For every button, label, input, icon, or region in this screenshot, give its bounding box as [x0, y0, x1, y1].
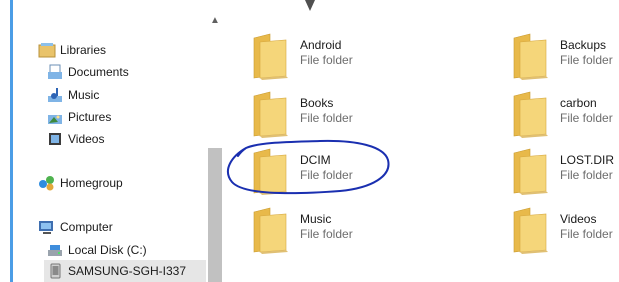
- navigation-pane: Libraries Documents Music Pictures Video…: [0, 0, 230, 282]
- folder-icon: [250, 32, 290, 80]
- nav-item-label: Homegroup: [60, 176, 123, 190]
- folder-type: File folder: [560, 227, 613, 241]
- nav-scrollbar[interactable]: ▲: [206, 14, 224, 282]
- nav-item-label: Videos: [68, 132, 105, 146]
- nav-item-pictures[interactable]: Pictures: [46, 106, 111, 128]
- folder-view: Android File folder Backups File folder Book…: [232, 0, 619, 282]
- nav-item-local-disk[interactable]: Local Disk (C:): [46, 239, 147, 261]
- pictures-icon: [46, 108, 64, 126]
- folder-icon: [510, 32, 550, 80]
- folder-type: File folder: [560, 168, 613, 182]
- folder-name: Music: [300, 212, 332, 226]
- local-disk-icon: [46, 241, 64, 259]
- phone-icon: [46, 262, 64, 280]
- folder-item[interactable]: Music File folder: [250, 206, 353, 256]
- libraries-icon: [38, 41, 56, 59]
- scroll-up-icon[interactable]: ▲: [210, 16, 220, 26]
- music-icon: [46, 86, 64, 104]
- folder-name: Backups: [560, 38, 607, 52]
- folder-name: Books: [300, 96, 334, 110]
- nav-item-label: Music: [68, 88, 100, 102]
- folder-type: File folder: [300, 53, 353, 67]
- nav-item-label: SAMSUNG-SGH-I337: [68, 264, 187, 278]
- folder-item[interactable]: Android File folder: [250, 32, 353, 82]
- nav-item-label: Libraries: [60, 43, 107, 57]
- scrollbar-thumb[interactable]: [208, 148, 222, 282]
- folder-name: Android: [300, 38, 342, 52]
- nav-item-computer[interactable]: Computer: [38, 216, 113, 238]
- folder-type: File folder: [560, 53, 613, 67]
- nav-item-libraries[interactable]: Libraries: [38, 39, 106, 61]
- nav-item-videos[interactable]: Videos: [46, 128, 104, 150]
- folder-item[interactable]: Videos File folder: [510, 206, 613, 256]
- nav-item-label: Documents: [68, 65, 129, 79]
- folder-type: File folder: [300, 168, 353, 182]
- folder-icon: [250, 147, 290, 195]
- nav-item-label: Pictures: [68, 110, 112, 124]
- folder-type: File folder: [560, 111, 613, 125]
- nav-item-music[interactable]: Music: [46, 84, 99, 106]
- folder-item[interactable]: LOST.DIR File folder: [510, 147, 614, 197]
- folder-type: File folder: [300, 111, 353, 125]
- folder-item[interactable]: carbon File folder: [510, 90, 613, 140]
- computer-icon: [38, 218, 56, 236]
- videos-icon: [46, 130, 64, 148]
- documents-icon: [46, 63, 64, 81]
- nav-item-documents[interactable]: Documents: [46, 61, 129, 83]
- nav-pane-edge: [10, 0, 13, 282]
- folder-item[interactable]: Backups File folder: [510, 32, 613, 82]
- folder-item[interactable]: DCIM File folder: [250, 147, 353, 197]
- folder-icon: [250, 90, 290, 138]
- folder-icon: [510, 147, 550, 195]
- folder-icon: [250, 206, 290, 254]
- nav-item-label: Local Disk (C:): [68, 243, 147, 257]
- folder-name: DCIM: [300, 153, 331, 167]
- folder-item[interactable]: Books File folder: [250, 90, 353, 140]
- nav-item-homegroup[interactable]: Homegroup: [38, 172, 123, 194]
- homegroup-icon: [38, 174, 56, 192]
- nav-item-label: Computer: [60, 220, 113, 234]
- folder-name: carbon: [560, 96, 597, 110]
- folder-icon: [510, 90, 550, 138]
- folder-name: LOST.DIR: [560, 153, 615, 167]
- folder-type: File folder: [300, 227, 353, 241]
- folder-name: Videos: [560, 212, 597, 226]
- nav-item-samsung-device[interactable]: SAMSUNG-SGH-I337: [44, 260, 208, 282]
- folder-icon: [510, 206, 550, 254]
